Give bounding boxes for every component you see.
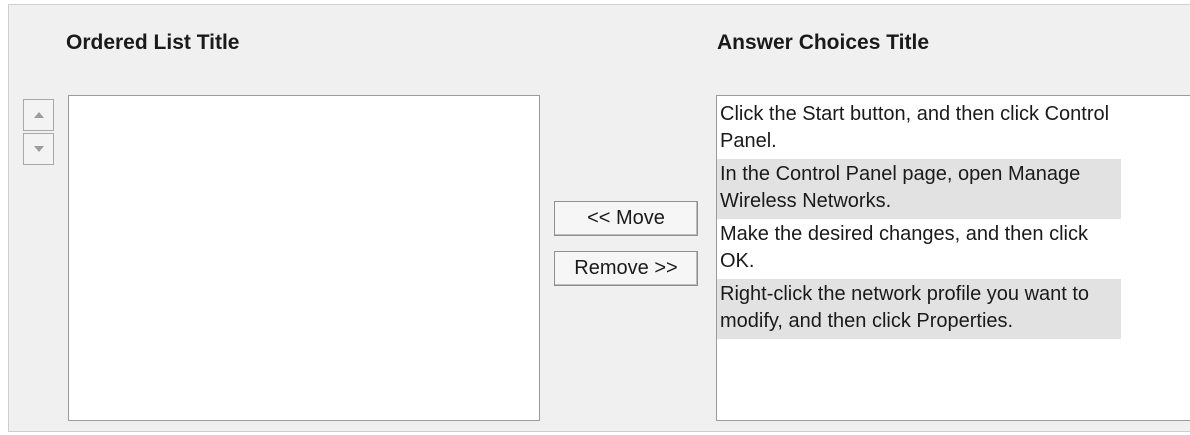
move-down-button[interactable] (23, 133, 54, 165)
triangle-up-icon (33, 112, 44, 118)
triangle-down-icon (33, 146, 44, 152)
move-button[interactable]: << Move (554, 201, 698, 236)
answer-choices-list[interactable]: Click the Start button, and then click C… (716, 95, 1190, 421)
answer-choices-title: Answer Choices Title (717, 31, 930, 54)
ordered-list-title: Ordered List Title (66, 31, 240, 54)
remove-button[interactable]: Remove >> (554, 251, 698, 286)
answer-choice-item[interactable]: Make the desired changes, and then click… (717, 219, 1121, 279)
ordered-list-box[interactable] (68, 95, 540, 421)
move-up-button[interactable] (23, 99, 54, 131)
answer-choice-item[interactable]: Click the Start button, and then click C… (717, 99, 1121, 159)
answer-choice-item[interactable]: Right-click the network profile you want… (717, 279, 1121, 339)
answer-choice-item[interactable]: In the Control Panel page, open Manage W… (717, 159, 1121, 219)
